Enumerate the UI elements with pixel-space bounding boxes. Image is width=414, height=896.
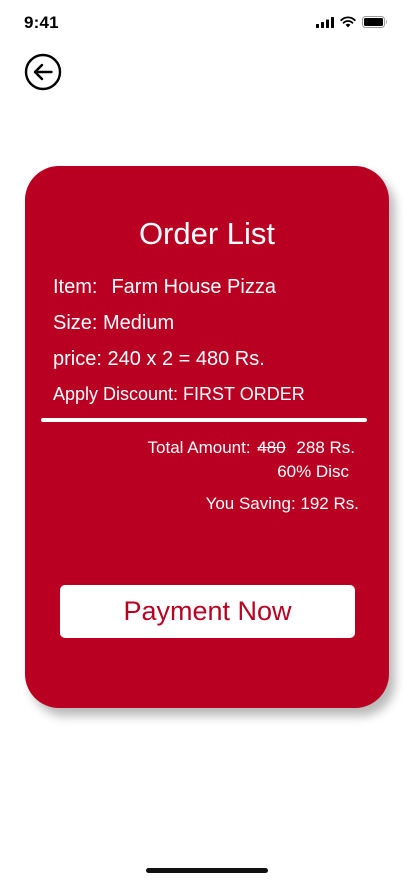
price-line: price: 240 x 2 = 480 Rs. <box>53 348 265 370</box>
status-bar: 9:41 <box>0 0 414 44</box>
payment-now-button[interactable]: Payment Now <box>60 585 355 638</box>
item-label: Item: <box>53 276 98 298</box>
original-amount: 480 <box>257 438 286 457</box>
back-button[interactable] <box>24 53 62 91</box>
order-card: Order List Item: Farm House Pizza Size: M… <box>25 166 389 708</box>
discount-line: Apply Discount: FIRST ORDER <box>53 384 305 404</box>
arrow-left-circle-icon <box>24 53 62 91</box>
item-value: Farm House Pizza <box>111 276 276 298</box>
saving-line: You Saving: 192 Rs. <box>205 494 359 513</box>
total-amount-row: Total Amount: 480 288 Rs. <box>25 438 355 458</box>
order-title: Order List <box>138 216 276 251</box>
status-icons <box>316 16 388 28</box>
final-amount: 288 Rs. <box>296 438 355 457</box>
cellular-signal-icon <box>316 16 334 28</box>
size-line: Size: Medium <box>53 312 175 334</box>
home-indicator[interactable] <box>146 868 268 873</box>
battery-icon <box>362 16 387 28</box>
wifi-icon <box>340 16 356 28</box>
discount-percent: 60% Disc <box>277 462 349 481</box>
total-label: Total Amount: <box>147 438 251 457</box>
divider <box>41 418 367 422</box>
status-time: 9:41 <box>24 13 59 32</box>
item-line: Item: Farm House Pizza <box>53 276 276 299</box>
